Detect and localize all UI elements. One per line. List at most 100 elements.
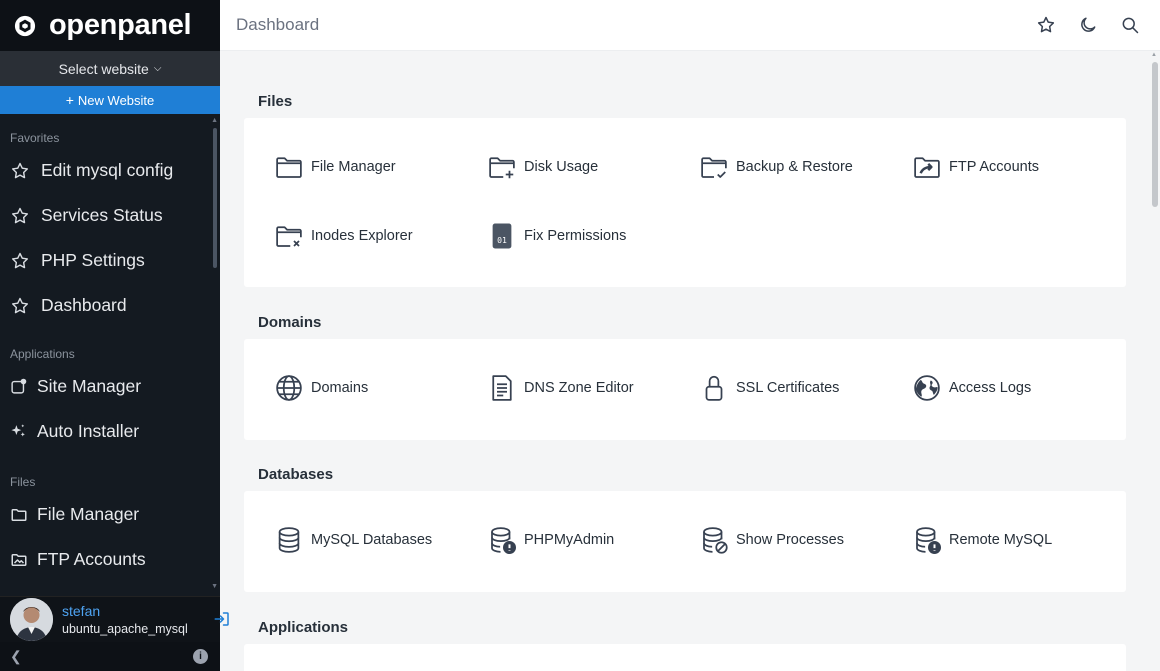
tile-access-logs[interactable]: Access Logs bbox=[912, 373, 1031, 403]
tile-label: DNS Zone Editor bbox=[524, 380, 634, 396]
files-heading: Files bbox=[0, 472, 220, 492]
external-square-icon bbox=[10, 378, 30, 395]
sidebar-footer: ❮ i bbox=[0, 642, 220, 671]
sidebar-item-file-manager[interactable]: File Manager bbox=[0, 492, 220, 537]
page-title: Dashboard bbox=[236, 15, 319, 35]
tile-label: Inodes Explorer bbox=[311, 228, 413, 244]
tile-mysql-databases[interactable]: MySQL Databases bbox=[274, 525, 432, 555]
tile-file-manager[interactable]: File Manager bbox=[274, 152, 396, 182]
tile-backup-restore[interactable]: Backup & Restore bbox=[699, 152, 853, 182]
tile-label: Fix Permissions bbox=[524, 228, 626, 244]
tile-label: Domains bbox=[311, 380, 368, 396]
tile-label: Disk Usage bbox=[524, 159, 598, 175]
section-title: Files bbox=[244, 86, 1126, 118]
star-icon bbox=[10, 251, 32, 271]
tile-ftp-accounts[interactable]: FTP Accounts bbox=[912, 152, 1039, 182]
tile-label: SSL Certificates bbox=[736, 380, 839, 396]
brand[interactable]: openpanel bbox=[0, 0, 220, 51]
folder-check-icon bbox=[699, 152, 729, 182]
scroll-up-arrow-icon[interactable]: ▲ bbox=[211, 117, 218, 124]
sidebar-item-label: FTP Accounts bbox=[37, 549, 146, 570]
info-icon[interactable]: i bbox=[193, 649, 208, 664]
sidebar-item-label: Auto Installer bbox=[37, 421, 139, 442]
sidebar-item-ftp-accounts[interactable]: FTP Accounts bbox=[0, 537, 220, 582]
applications-heading: Applications bbox=[0, 344, 220, 364]
star-icon bbox=[10, 206, 32, 226]
files-section: Files File Manager Disk Usage Backup & R… bbox=[244, 86, 1126, 287]
folder-icon bbox=[274, 152, 304, 182]
tile-label: FTP Accounts bbox=[949, 159, 1039, 175]
tile-disk-usage[interactable]: Disk Usage bbox=[487, 152, 598, 182]
user-profile[interactable]: stefan ubuntu_apache_mysql bbox=[0, 596, 220, 642]
database-alert-icon bbox=[912, 525, 942, 555]
binary-file-icon: 01 bbox=[487, 221, 517, 251]
sidebar-item-label: PHP Settings bbox=[41, 250, 145, 271]
tile-label: Remote MySQL bbox=[949, 532, 1052, 548]
sidebar-item-label: Dashboard bbox=[41, 295, 127, 316]
sidebar-item-label: Site Manager bbox=[37, 376, 141, 397]
main-scrollbar[interactable] bbox=[1152, 62, 1158, 207]
folder-x-icon bbox=[274, 221, 304, 251]
sidebar-item-services-status[interactable]: Services Status bbox=[0, 193, 220, 238]
tile-phpmyadmin[interactable]: PHPMyAdmin bbox=[487, 525, 614, 555]
folder-plus-icon bbox=[487, 152, 517, 182]
star-icon bbox=[10, 161, 32, 181]
sidebar-item-dashboard[interactable]: Dashboard bbox=[0, 283, 220, 328]
sparkles-icon bbox=[10, 423, 30, 440]
folder-share-icon bbox=[912, 152, 942, 182]
avatar bbox=[10, 598, 53, 641]
tile-inodes-explorer[interactable]: Inodes Explorer bbox=[274, 221, 413, 251]
sidebar-item-auto-installer[interactable]: Auto Installer bbox=[0, 409, 220, 454]
collapse-sidebar-icon[interactable]: ❮ bbox=[10, 648, 22, 665]
tile-label: File Manager bbox=[311, 159, 396, 175]
sidebar-item-label: Edit mysql config bbox=[41, 160, 173, 181]
tile-dns-zone-editor[interactable]: DNS Zone Editor bbox=[487, 373, 634, 403]
tile-remote-mysql[interactable]: Remote MySQL bbox=[912, 525, 1052, 555]
database-slash-icon bbox=[699, 525, 729, 555]
sidebar-nav: Favorites Edit mysql config Services Sta… bbox=[0, 114, 220, 596]
tile-fix-permissions[interactable]: 01 Fix Permissions bbox=[487, 221, 626, 251]
tile-ssl-certificates[interactable]: SSL Certificates bbox=[699, 373, 839, 403]
star-icon[interactable] bbox=[1036, 15, 1056, 35]
sidebar: openpanel Select website ⌵ + New Website… bbox=[0, 0, 220, 671]
folder-icon bbox=[10, 506, 30, 524]
new-website-label: New Website bbox=[78, 93, 154, 108]
sidebar-item-edit-mysql-config[interactable]: Edit mysql config bbox=[0, 148, 220, 193]
favorites-heading: Favorites bbox=[0, 128, 220, 148]
tile-show-processes[interactable]: Show Processes bbox=[699, 525, 844, 555]
sidebar-item-label: File Manager bbox=[37, 504, 139, 525]
database-icon bbox=[274, 525, 304, 555]
databases-section: Databases MySQL Databases PHPMyAdmin Sho… bbox=[244, 459, 1126, 592]
tile-label: PHPMyAdmin bbox=[524, 532, 614, 548]
svg-text:01: 01 bbox=[497, 235, 507, 245]
star-icon bbox=[10, 296, 32, 316]
tile-label: Access Logs bbox=[949, 380, 1031, 396]
sidebar-scrollbar[interactable] bbox=[213, 128, 217, 268]
brand-name: openpanel bbox=[49, 9, 191, 42]
applications-section: Applications bbox=[244, 612, 1126, 671]
top-header: Dashboard bbox=[220, 0, 1160, 51]
main-scroll-up-icon[interactable]: ▲ bbox=[1151, 52, 1157, 58]
database-alert-icon bbox=[487, 525, 517, 555]
user-name: stefan bbox=[62, 603, 188, 619]
openpanel-logo-icon bbox=[14, 15, 36, 37]
plus-icon: + bbox=[66, 92, 74, 108]
select-website-label: Select website bbox=[59, 61, 149, 77]
dashboard-main: Files File Manager Disk Usage Backup & R… bbox=[220, 52, 1160, 671]
scroll-down-arrow-icon[interactable]: ▼ bbox=[211, 583, 218, 590]
user-host: ubuntu_apache_mysql bbox=[62, 622, 188, 636]
lock-icon bbox=[699, 373, 729, 403]
folder-image-icon bbox=[10, 551, 30, 569]
moon-icon[interactable] bbox=[1078, 15, 1098, 35]
select-website-dropdown[interactable]: Select website ⌵ bbox=[0, 51, 220, 86]
sidebar-item-php-settings[interactable]: PHP Settings bbox=[0, 238, 220, 283]
sidebar-item-label: Services Status bbox=[41, 205, 163, 226]
search-icon[interactable] bbox=[1120, 15, 1140, 35]
sidebar-item-site-manager[interactable]: Site Manager bbox=[0, 364, 220, 409]
tile-label: Show Processes bbox=[736, 532, 844, 548]
tile-domains[interactable]: Domains bbox=[274, 373, 368, 403]
tile-label: Backup & Restore bbox=[736, 159, 853, 175]
section-title: Domains bbox=[244, 307, 1126, 339]
section-title: Databases bbox=[244, 459, 1126, 491]
new-website-button[interactable]: + New Website bbox=[0, 86, 220, 114]
